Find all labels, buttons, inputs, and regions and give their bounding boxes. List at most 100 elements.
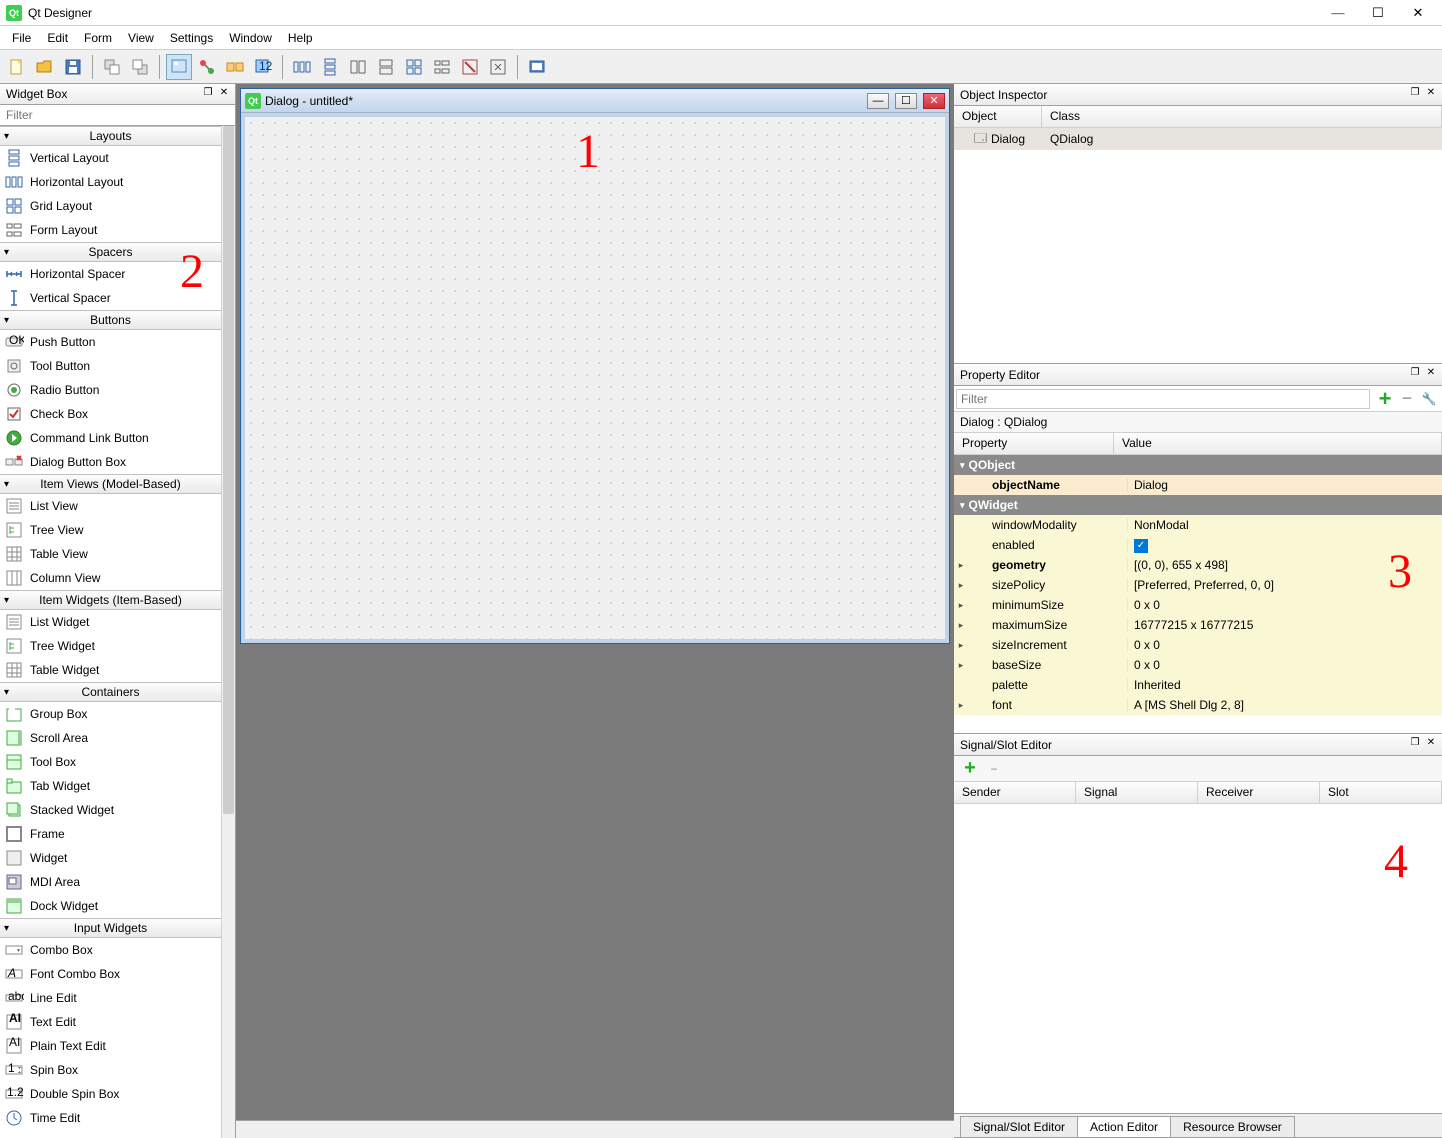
panel-close-button[interactable]: ✕ xyxy=(1424,86,1438,100)
toolbar-bring-front-button[interactable] xyxy=(127,54,153,80)
add-property-button[interactable]: + xyxy=(1374,388,1396,410)
panel-close-button[interactable]: ✕ xyxy=(1424,366,1438,380)
toolbar-layout-form-button[interactable] xyxy=(429,54,455,80)
property-row[interactable]: ▸maximumSize16777215 x 16777215 xyxy=(954,615,1442,635)
widget-item[interactable]: Vertical Spacer xyxy=(0,286,221,310)
toolbar-edit-widgets-button[interactable] xyxy=(166,54,192,80)
remove-property-button[interactable]: − xyxy=(1396,388,1418,410)
panel-close-button[interactable]: ✕ xyxy=(217,86,231,100)
minimize-button[interactable]: — xyxy=(1328,5,1348,21)
toolbar-adjust-size-button[interactable] xyxy=(485,54,511,80)
property-row[interactable]: windowModalityNonModal xyxy=(954,515,1442,535)
toolbar-open-button[interactable] xyxy=(32,54,58,80)
toolbar-preview-button[interactable] xyxy=(524,54,550,80)
expand-icon[interactable]: ▸ xyxy=(954,620,968,631)
widget-item[interactable]: Radio Button xyxy=(0,378,221,402)
property-row[interactable]: ▸geometry[(0, 0), 655 x 498] xyxy=(954,555,1442,575)
add-connection-button[interactable]: + xyxy=(960,759,980,779)
expand-icon[interactable]: ▸ xyxy=(954,640,968,651)
remove-connection-button[interactable]: − xyxy=(984,759,1004,779)
widget-item[interactable]: List Widget xyxy=(0,610,221,634)
panel-close-button[interactable]: ✕ xyxy=(1424,736,1438,750)
tab-action-editor[interactable]: Action Editor xyxy=(1077,1116,1171,1137)
category-buttons[interactable]: ▾Buttons xyxy=(0,310,221,330)
toolbar-edit-tab-order-button[interactable]: 123 xyxy=(250,54,276,80)
scrollbar[interactable] xyxy=(221,126,235,1138)
property-table[interactable]: Property Value ▾ QObjectobjectNameDialog… xyxy=(954,433,1442,733)
widget-item[interactable]: Tree Widget xyxy=(0,634,221,658)
category-containers[interactable]: ▾Containers xyxy=(0,682,221,702)
dock-toggle-button[interactable]: ❐ xyxy=(1408,86,1422,100)
widget-item[interactable]: Combo Box xyxy=(0,938,221,962)
property-row[interactable]: ▸sizeIncrement0 x 0 xyxy=(954,635,1442,655)
widget-item[interactable]: Tool Box xyxy=(0,750,221,774)
object-column-header[interactable]: Object xyxy=(954,106,1042,127)
menu-form[interactable]: Form xyxy=(76,28,120,48)
dialog-canvas[interactable] xyxy=(241,113,949,643)
widget-item[interactable]: Horizontal Spacer xyxy=(0,262,221,286)
widget-item[interactable]: 1.2Double Spin Box xyxy=(0,1082,221,1106)
widget-item[interactable]: Scroll Area xyxy=(0,726,221,750)
menu-help[interactable]: Help xyxy=(280,28,321,48)
widget-item[interactable]: Widget xyxy=(0,846,221,870)
checkbox-icon[interactable]: ✓ xyxy=(1134,539,1148,553)
property-row[interactable]: paletteInherited xyxy=(954,675,1442,695)
widget-item[interactable]: Frame xyxy=(0,822,221,846)
widget-item[interactable]: MDI Area xyxy=(0,870,221,894)
category-layouts[interactable]: ▾Layouts xyxy=(0,126,221,146)
widget-item[interactable]: Grid Layout xyxy=(0,194,221,218)
toolbar-save-button[interactable] xyxy=(60,54,86,80)
widget-box-filter-input[interactable] xyxy=(0,105,235,125)
expand-icon[interactable]: ▸ xyxy=(954,700,968,711)
widget-item[interactable]: List View xyxy=(0,494,221,518)
widget-item[interactable]: Form Layout xyxy=(0,218,221,242)
toolbar-break-layout-button[interactable] xyxy=(457,54,483,80)
property-row[interactable]: ▸minimumSize0 x 0 xyxy=(954,595,1442,615)
property-row[interactable]: ▸fontA [MS Shell Dlg 2, 8] xyxy=(954,695,1442,715)
dialog-window[interactable]: Qt Dialog - untitled* — ☐ ✕ xyxy=(240,88,950,644)
widget-item[interactable]: Tool Button xyxy=(0,354,221,378)
toolbar-edit-signals-button[interactable] xyxy=(194,54,220,80)
dialog-close-button[interactable]: ✕ xyxy=(923,93,945,109)
property-column-header[interactable]: Property xyxy=(954,433,1114,454)
widget-item[interactable]: AFont Combo Box xyxy=(0,962,221,986)
close-button[interactable]: ✕ xyxy=(1408,5,1428,21)
property-group-qwidget[interactable]: ▾ QWidget xyxy=(954,495,1442,515)
widget-item[interactable]: Check Box xyxy=(0,402,221,426)
property-row[interactable]: objectNameDialog xyxy=(954,475,1442,495)
property-row[interactable]: ▸baseSize0 x 0 xyxy=(954,655,1442,675)
widget-item[interactable]: Group Box xyxy=(0,702,221,726)
settings-button[interactable]: 🔧 xyxy=(1418,388,1440,410)
property-group-qobject[interactable]: ▾ QObject xyxy=(954,455,1442,475)
toolbar-layout-vsplit-button[interactable] xyxy=(373,54,399,80)
toolbar-send-back-button[interactable] xyxy=(99,54,125,80)
widget-item[interactable]: Column View xyxy=(0,566,221,590)
menu-window[interactable]: Window xyxy=(221,28,280,48)
signal-slot-body[interactable]: SenderSignalReceiverSlot xyxy=(954,782,1442,1113)
dock-toggle-button[interactable]: ❐ xyxy=(201,86,215,100)
property-row[interactable]: enabled✓ xyxy=(954,535,1442,555)
value-column-header[interactable]: Value xyxy=(1114,433,1442,454)
widget-tree[interactable]: ▾LayoutsVertical LayoutHorizontal Layout… xyxy=(0,126,221,1138)
class-column-header[interactable]: Class xyxy=(1042,106,1442,127)
toolbar-layout-v-button[interactable] xyxy=(317,54,343,80)
category-input-widgets[interactable]: ▾Input Widgets xyxy=(0,918,221,938)
dialog-maximize-button[interactable]: ☐ xyxy=(895,93,917,109)
dialog-minimize-button[interactable]: — xyxy=(867,93,889,109)
widget-item[interactable]: Time Edit xyxy=(0,1106,221,1130)
widget-item[interactable]: Dialog Button Box xyxy=(0,450,221,474)
category-item-widgets-item-based-[interactable]: ▾Item Widgets (Item-Based) xyxy=(0,590,221,610)
menu-settings[interactable]: Settings xyxy=(162,28,221,48)
menu-edit[interactable]: Edit xyxy=(39,28,76,48)
expand-icon[interactable]: ▸ xyxy=(954,600,968,611)
widget-item[interactable]: Tree View xyxy=(0,518,221,542)
widget-item[interactable]: Tab Widget xyxy=(0,774,221,798)
widget-item[interactable]: Vertical Layout xyxy=(0,146,221,170)
expand-icon[interactable]: ▸ xyxy=(954,560,968,571)
category-spacers[interactable]: ▾Spacers xyxy=(0,242,221,262)
menu-view[interactable]: View xyxy=(120,28,162,48)
widget-item[interactable]: Horizontal Layout xyxy=(0,170,221,194)
widget-item[interactable]: Command Link Button xyxy=(0,426,221,450)
expand-icon[interactable]: ▸ xyxy=(954,660,968,671)
widget-item[interactable]: AIPlain Text Edit xyxy=(0,1034,221,1058)
